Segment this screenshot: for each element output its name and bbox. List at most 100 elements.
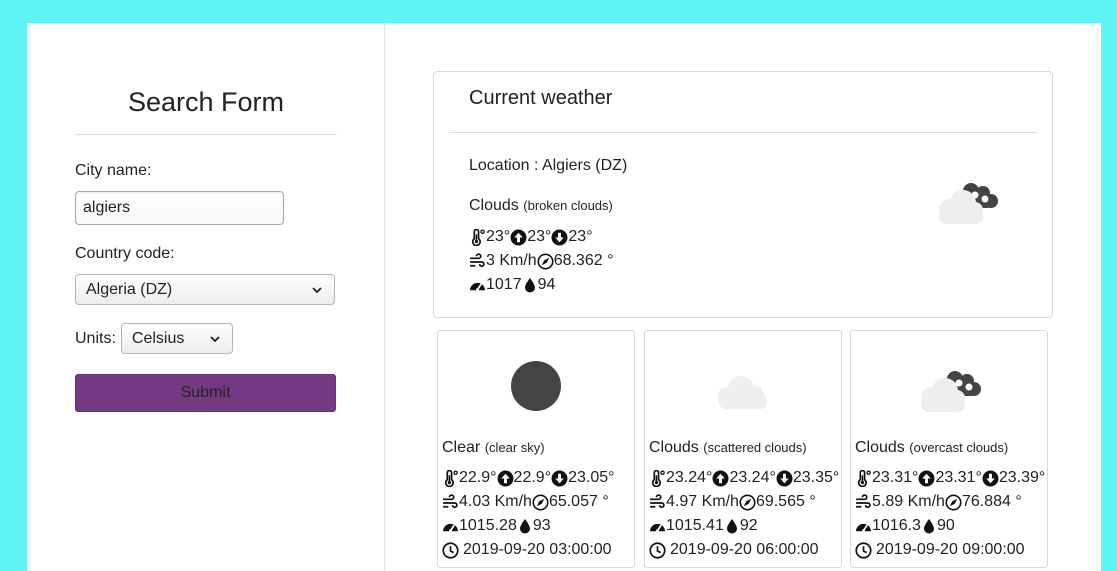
wind-speed-value: 3 Km/h [486,252,537,269]
wind-row: 4.03 Km/h 65.057 ° [442,490,615,514]
arrow-down-icon [982,470,999,487]
arrow-down-icon [551,229,568,246]
forecast-time: 2019-09-20 09:00:00 [876,541,1025,558]
temp-value: 23.31° [872,469,919,486]
humidity-value: 90 [936,517,955,534]
temperature-row: 23° 23° 23° [469,225,613,249]
pressure-row: 1017 94 [469,273,613,297]
condition-description: (scattered clouds) [703,440,807,455]
forecast-details: 23.24° 23.24° 23.35° 4.97 Km/h 69.565 ° … [649,466,839,562]
temp-max-value: 22.9° [513,469,552,486]
current-weather-title: Current weather [469,87,613,109]
search-form: Search Form City name: Country code: Alg… [75,23,337,412]
compass-icon [739,494,756,511]
column-divider [384,23,385,571]
time-row: 2019-09-20 09:00:00 [855,538,1045,562]
clock-icon [649,542,666,559]
submit-button[interactable]: Submit [75,374,336,412]
units-label: Units: [75,329,116,347]
gauge-icon [442,518,459,535]
temp-max-value: 23.24° [729,469,776,486]
condition-main: Clouds [649,439,699,456]
temp-value: 22.9° [459,469,497,486]
compass-icon [532,494,549,511]
arrow-up-icon [918,470,935,487]
humidity-value: 93 [532,517,551,534]
forecast-time: 2019-09-20 06:00:00 [670,541,819,558]
scattered-clouds-icon [718,376,767,409]
wind-row: 5.89 Km/h 76.884 ° [855,490,1045,514]
forecast-condition: Clouds (scattered clouds) [649,439,807,457]
wind-direction-value: 69.565 ° [755,493,816,510]
thermometer-icon [855,470,872,487]
country-select-value: Algeria (DZ) [86,280,173,298]
forecast-details: 23.31° 23.31° 23.39° 5.89 Km/h 76.884 ° … [855,466,1045,562]
wind-icon [855,494,872,511]
overcast-clouds-icon [921,371,981,412]
temperature-row: 22.9° 22.9° 23.05° [442,466,615,490]
gauge-icon [469,277,486,294]
units-row: Units: Celsius [75,323,337,354]
droplet-icon [522,277,538,293]
temp-min-value: 23.35° [792,469,840,486]
form-divider [75,134,337,135]
forecast-card: Clouds (overcast clouds) 23.31° 23.31° 2… [850,330,1048,568]
forecast-card: Clear (clear sky) 22.9° 22.9° 23.05° 4.0… [437,330,635,568]
forecast-card: Clouds (scattered clouds) 23.24° 23.24° … [644,330,842,568]
condition-main: Clouds [855,439,905,456]
temperature-row: 23.31° 23.31° 23.39° [855,466,1045,490]
pressure-row: 1015.41 92 [649,514,839,538]
city-input[interactable] [75,191,284,225]
clock-icon [855,542,872,559]
temp-min-value: 23° [568,228,593,245]
chevron-down-icon [310,283,324,297]
country-select[interactable]: Algeria (DZ) [75,274,335,305]
temp-max-value: 23° [527,228,552,245]
arrow-up-icon [712,470,729,487]
humidity-value: 92 [739,517,758,534]
thermometer-icon [442,470,459,487]
pressure-value: 1015.28 [459,517,517,534]
condition-description: (overcast clouds) [909,440,1009,455]
current-details: 23° 23° 23° 3 Km/h 68.362 ° 1017 94 [469,225,613,297]
pressure-value: 1016.3 [872,517,921,534]
forecast-details: 22.9° 22.9° 23.05° 4.03 Km/h 65.057 ° 10… [442,466,615,562]
temp-max-value: 23.31° [935,469,982,486]
gauge-icon [855,518,872,535]
broken-clouds-icon [939,183,998,224]
compass-icon [945,494,962,511]
card-divider [449,132,1037,133]
wind-row: 4.97 Km/h 69.565 ° [649,490,839,514]
forecast-condition: Clear (clear sky) [442,439,545,457]
time-row: 2019-09-20 03:00:00 [442,538,615,562]
compass-icon [537,253,554,270]
chevron-down-icon [208,332,222,346]
droplet-icon [517,518,533,534]
wind-icon [469,253,486,270]
wind-direction-value: 68.362 ° [553,252,614,269]
wind-icon [442,494,459,511]
gauge-icon [649,518,666,535]
condition-main: Clouds [469,197,519,214]
forecast-condition: Clouds (overcast clouds) [855,439,1008,457]
arrow-up-icon [510,229,527,246]
units-select[interactable]: Celsius [120,323,233,354]
location-text: Location : Algiers (DZ) [469,157,628,174]
arrow-down-icon [776,470,793,487]
pressure-value: 1017 [486,276,522,293]
thermometer-icon [649,470,666,487]
pressure-row: 1015.28 93 [442,514,615,538]
current-weather-card: Current weather Location : Algiers (DZ) … [433,71,1053,318]
time-row: 2019-09-20 06:00:00 [649,538,839,562]
temp-min-value: 23.05° [568,469,615,486]
arrow-down-icon [551,470,568,487]
country-label: Country code: [75,245,175,262]
droplet-icon [724,518,740,534]
main-panel: Search Form City name: Country code: Alg… [27,23,1101,571]
wind-speed-value: 4.97 Km/h [666,493,739,510]
units-select-value: Celsius [131,329,185,347]
temp-min-value: 23.39° [998,469,1046,486]
thermometer-icon [469,229,486,246]
clock-icon [442,542,459,559]
condition-description: (broken clouds) [523,198,613,213]
